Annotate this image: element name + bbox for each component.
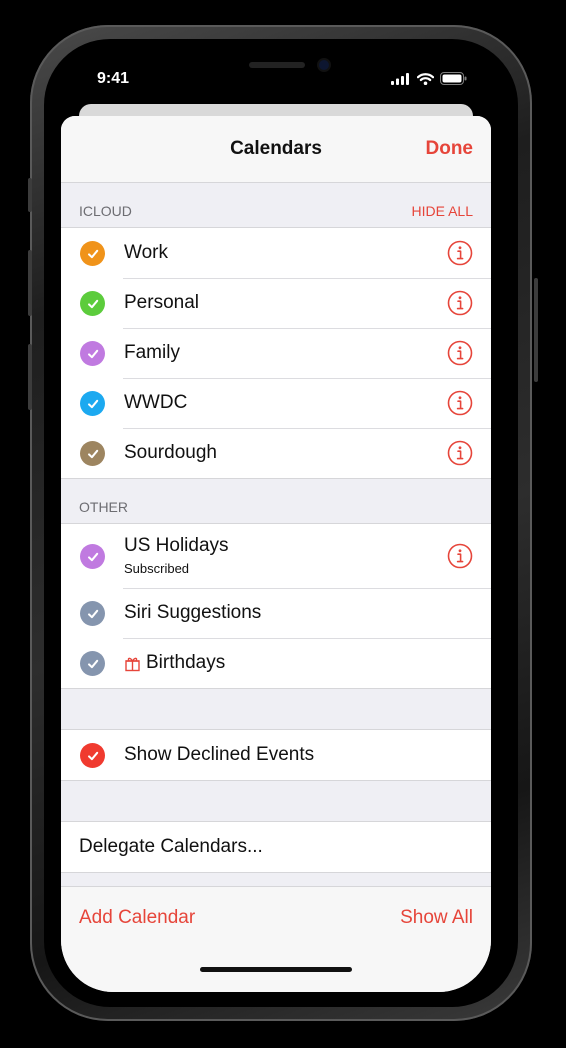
- checkmark-icon[interactable]: [80, 391, 105, 416]
- done-button[interactable]: Done: [426, 138, 474, 160]
- info-circle-icon[interactable]: [447, 240, 473, 266]
- volume-down-button: [28, 344, 32, 410]
- calendar-label: WWDC: [124, 392, 187, 414]
- show-declined-events-row[interactable]: Show Declined Events: [61, 730, 491, 780]
- calendar-row-work[interactable]: Work: [61, 228, 491, 278]
- calendar-name: Siri Suggestions: [124, 602, 262, 623]
- calendars-sheet: Calendars Done ICLOUD HIDE ALL Work Perso…: [61, 116, 491, 992]
- cellular-signal-icon: [391, 72, 409, 85]
- home-indicator: [200, 967, 352, 972]
- calendar-name: Family: [124, 342, 180, 363]
- calendar-label: Family: [124, 342, 180, 364]
- calendar-name: WWDC: [124, 392, 188, 413]
- icloud-section-header: ICLOUD HIDE ALL: [61, 183, 491, 227]
- checkmark-icon[interactable]: [80, 241, 105, 266]
- calendar-row-birthdays[interactable]: Birthdays: [61, 638, 491, 688]
- calendar-label: Work: [124, 242, 168, 264]
- other-section-header: OTHER: [61, 479, 491, 523]
- calendar-row-wwdc[interactable]: WWDC: [61, 378, 491, 428]
- status-icons: [391, 72, 467, 85]
- info-circle-icon[interactable]: [447, 290, 473, 316]
- checkmark-icon[interactable]: [80, 341, 105, 366]
- calendar-row-family[interactable]: Family: [61, 328, 491, 378]
- screen: 9:41 Calendars Done ICLOUD HIDE ALL Work…: [61, 58, 491, 992]
- volume-up-button: [28, 250, 32, 316]
- show-declined-events-label: Show Declined Events: [124, 744, 315, 765]
- wifi-icon: [417, 72, 434, 85]
- checkmark-icon[interactable]: [80, 441, 105, 466]
- checkmark-icon[interactable]: [80, 601, 105, 626]
- calendar-row-sourdough[interactable]: Sourdough: [61, 428, 491, 478]
- checkmark-icon[interactable]: [80, 743, 105, 768]
- checkmark-icon[interactable]: [80, 291, 105, 316]
- gift-icon: [124, 655, 141, 672]
- add-calendar-button[interactable]: Add Calendar: [79, 907, 195, 929]
- calendar-name: Personal: [124, 292, 199, 313]
- info-circle-icon[interactable]: [447, 340, 473, 366]
- delegate-group: Delegate Calendars...: [61, 821, 491, 873]
- info-circle-icon[interactable]: [447, 390, 473, 416]
- delegate-calendars-label: Delegate Calendars...: [79, 836, 263, 857]
- calendar-name: Birthdays: [146, 652, 226, 673]
- calendar-label: US Holidays: [124, 535, 229, 557]
- calendar-name: Work: [124, 242, 168, 263]
- info-circle-icon[interactable]: [447, 543, 473, 569]
- hide-all-button[interactable]: HIDE ALL: [412, 203, 473, 219]
- calendar-name: US Holidays: [124, 535, 229, 556]
- front-camera: [319, 60, 329, 70]
- bottom-toolbar: Add Calendar Show All: [61, 886, 491, 992]
- show-all-button[interactable]: Show All: [400, 907, 473, 929]
- calendar-label: Personal: [124, 292, 199, 314]
- icloud-calendar-list: Work Personal Family WWDC Sourdough: [61, 227, 491, 479]
- calendar-row-siri-suggestions[interactable]: Siri Suggestions: [61, 588, 491, 638]
- calendar-label: Birthdays: [124, 652, 225, 674]
- mute-switch: [28, 178, 32, 212]
- info-circle-icon[interactable]: [447, 440, 473, 466]
- calendar-label: Sourdough: [124, 442, 217, 464]
- speaker-grille: [249, 62, 305, 68]
- declined-events-group: Show Declined Events: [61, 729, 491, 781]
- checkmark-icon[interactable]: [80, 651, 105, 676]
- delegate-calendars-row[interactable]: Delegate Calendars...: [61, 822, 491, 872]
- checkmark-icon[interactable]: [80, 544, 105, 569]
- calendar-row-us-holidays[interactable]: US Holidays Subscribed: [61, 524, 491, 588]
- nav-bar: Calendars Done: [61, 116, 491, 183]
- other-header-label: OTHER: [79, 499, 128, 515]
- battery-icon: [440, 72, 467, 85]
- status-time: 9:41: [97, 70, 130, 87]
- calendar-label: Siri Suggestions: [124, 602, 261, 624]
- calendar-name: Sourdough: [124, 442, 217, 463]
- icloud-header-label: ICLOUD: [79, 203, 132, 219]
- calendar-sublabel: Subscribed: [124, 561, 190, 576]
- calendar-row-personal[interactable]: Personal: [61, 278, 491, 328]
- other-calendar-list: US Holidays Subscribed Siri Suggestions Bir…: [61, 523, 491, 689]
- power-button: [534, 278, 538, 382]
